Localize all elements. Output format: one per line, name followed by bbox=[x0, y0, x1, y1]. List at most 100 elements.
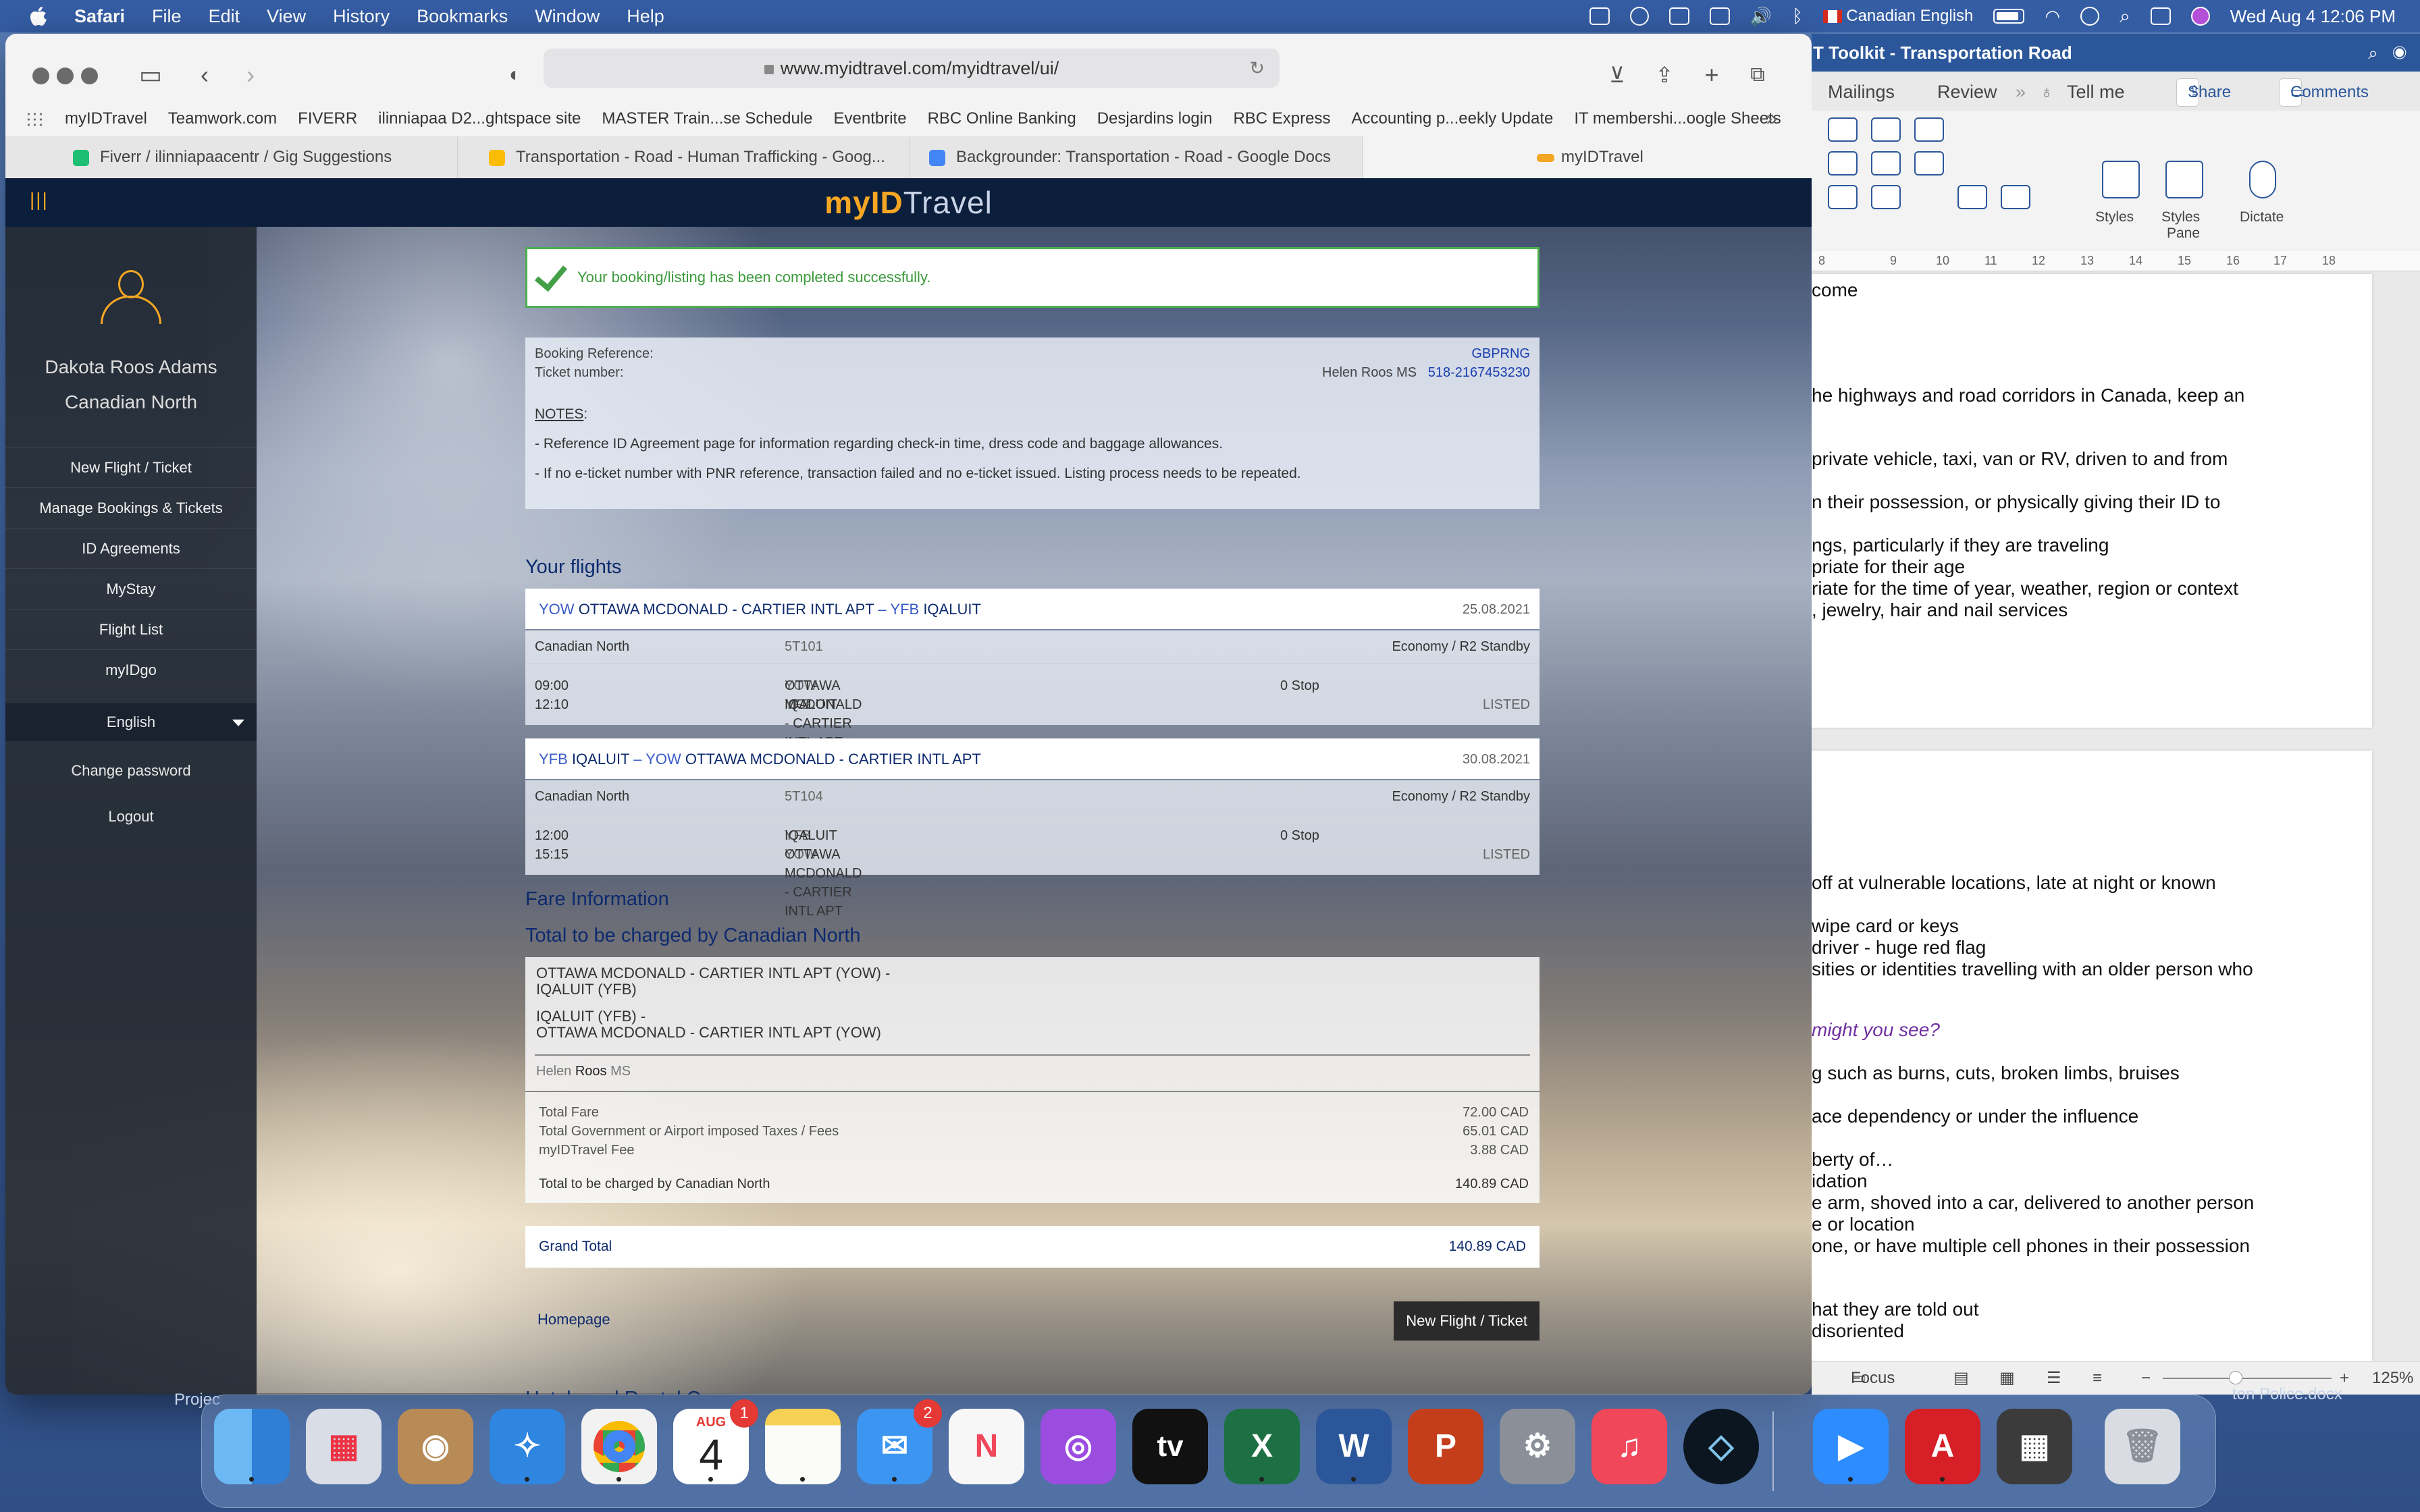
powerpoint-icon[interactable]: P bbox=[1408, 1409, 1483, 1484]
align-left-icon[interactable] bbox=[1828, 151, 1858, 176]
comments-button[interactable]: ▭ Comments bbox=[2279, 78, 2369, 107]
excel-icon[interactable]: X bbox=[1224, 1409, 1300, 1484]
new-flight-button[interactable]: New Flight / Ticket bbox=[1394, 1301, 1540, 1341]
zoom-slider-thumb[interactable] bbox=[2229, 1371, 2242, 1384]
web-layout-icon[interactable]: ▦ bbox=[1999, 1361, 2015, 1395]
print-layout-icon[interactable]: ▤ bbox=[1953, 1361, 1969, 1395]
menu-history[interactable]: History bbox=[333, 6, 390, 27]
tab-google-docs[interactable]: Backgrounder: Transportation - Road - Go… bbox=[910, 136, 1363, 178]
sidebar-item-myidgo[interactable]: myIDgo bbox=[5, 649, 257, 690]
clock[interactable]: Wed Aug 4 12:06 PM bbox=[2230, 6, 2396, 27]
menu-toggle[interactable]: ||| Menu bbox=[30, 189, 95, 211]
menu-app-name[interactable]: Safari bbox=[74, 6, 125, 27]
user-icon[interactable] bbox=[2080, 7, 2100, 26]
account-icon[interactable]: ◉ bbox=[2392, 43, 2406, 63]
minimize-window-button[interactable] bbox=[57, 68, 74, 84]
favorite-link[interactable]: myIDTravel bbox=[65, 109, 147, 128]
share-icon[interactable]: ⇪ bbox=[1648, 58, 1681, 92]
site-logo[interactable]: myIDTravel bbox=[824, 185, 993, 220]
tab-review[interactable]: Review bbox=[1937, 73, 1997, 111]
favorite-link[interactable]: IT membershi...oogle Sheets bbox=[1574, 109, 1781, 128]
styles-icon[interactable] bbox=[2102, 161, 2140, 198]
sidebar-item-new-flight[interactable]: New Flight / Ticket bbox=[5, 447, 257, 487]
favorite-link[interactable]: Teamwork.com bbox=[168, 109, 277, 128]
microphone-icon[interactable] bbox=[2249, 161, 2276, 198]
change-password-link[interactable]: Change password bbox=[5, 748, 257, 794]
menu-help[interactable]: Help bbox=[627, 6, 664, 27]
system-preferences-icon[interactable]: ⚙ bbox=[1500, 1409, 1575, 1484]
safari-icon[interactable]: ✧ bbox=[490, 1409, 565, 1484]
sidebar-item-manage-bookings[interactable]: Manage Bookings & Tickets bbox=[5, 487, 257, 528]
forward-icon[interactable]: › bbox=[234, 58, 267, 92]
volume-icon[interactable]: 🔊 bbox=[1750, 6, 1772, 27]
bullets-icon[interactable] bbox=[1828, 117, 1858, 142]
news-icon[interactable]: N bbox=[949, 1409, 1024, 1484]
tab-fiverr[interactable]: Fiverr / ilinniapaacentr / Gig Suggestio… bbox=[5, 136, 458, 178]
share-button[interactable]: ⇪ Share bbox=[2176, 78, 2231, 107]
tab-myidtravel[interactable]: myIDTravel bbox=[1363, 136, 1812, 178]
logout-link[interactable]: Logout bbox=[5, 794, 257, 840]
sort-icon[interactable] bbox=[1957, 185, 1987, 209]
notes-icon[interactable] bbox=[765, 1409, 841, 1484]
close-window-button[interactable] bbox=[32, 68, 49, 84]
favorite-link[interactable]: RBC Online Banking bbox=[928, 109, 1076, 128]
zoom-out-icon[interactable]: − bbox=[2141, 1361, 2151, 1395]
ticket-number-value[interactable]: 518-2167453230 bbox=[1428, 365, 1530, 380]
calendar-icon[interactable]: AUG 4 1 bbox=[673, 1399, 758, 1484]
address-bar[interactable]: www.myidtravel.com/myidtravel/ui/ ↻ bbox=[544, 49, 1280, 88]
align-right-icon[interactable] bbox=[1914, 151, 1944, 176]
screen-record-icon[interactable] bbox=[1589, 7, 1610, 25]
menu-file[interactable]: File bbox=[152, 6, 182, 27]
zoom-level[interactable]: 125% bbox=[2372, 1361, 2413, 1395]
numbering-icon[interactable] bbox=[1871, 117, 1901, 142]
podcasts-icon[interactable]: ◎ bbox=[1041, 1409, 1116, 1484]
music-icon[interactable]: ♫ bbox=[1592, 1409, 1667, 1484]
tell-me-field[interactable]: Tell me bbox=[2067, 73, 2125, 111]
document-page[interactable]: off at vulnerable locations, late at nig… bbox=[1812, 751, 2372, 1361]
menu-window[interactable]: Window bbox=[535, 6, 600, 27]
finder-icon[interactable] bbox=[214, 1409, 290, 1484]
favorite-link[interactable]: Desjardins login bbox=[1097, 109, 1213, 128]
zoom-slider[interactable] bbox=[2163, 1378, 2332, 1379]
bluetooth-icon[interactable]: ᛒ bbox=[1792, 6, 1803, 27]
sidebar-item-id-agreements[interactable]: ID Agreements bbox=[5, 528, 257, 568]
language-select[interactable]: English bbox=[5, 703, 257, 741]
mail-icon[interactable]: ✉ 2 bbox=[857, 1399, 942, 1484]
search-icon[interactable]: ⌕ bbox=[2368, 43, 2378, 63]
tab-google-sheets[interactable]: Transportation - Road - Human Traffickin… bbox=[458, 136, 910, 178]
outline-icon[interactable]: ☰ bbox=[2047, 1361, 2061, 1395]
sidebar-item-mystay[interactable]: MyStay bbox=[5, 568, 257, 609]
favorite-link[interactable]: Accounting p...eekly Update bbox=[1352, 109, 1554, 128]
tab-overview-icon[interactable]: ⧉ bbox=[1741, 58, 1774, 92]
sidebar-item-flight-list[interactable]: Flight List bbox=[5, 609, 257, 649]
favorite-link[interactable]: Eventbrite bbox=[834, 109, 907, 128]
multilevel-list-icon[interactable] bbox=[1914, 117, 1944, 142]
more-tabs-icon[interactable]: » bbox=[2016, 73, 2026, 111]
siri-icon[interactable] bbox=[2190, 7, 2210, 26]
homepage-link[interactable]: Homepage bbox=[537, 1311, 610, 1328]
input-source[interactable]: Canadian English bbox=[1823, 7, 1973, 26]
align-center-icon[interactable] bbox=[1871, 151, 1901, 176]
trash-icon[interactable]: 🗑 bbox=[2105, 1409, 2180, 1484]
booking-reference-value[interactable]: GBPRNG bbox=[1471, 344, 1530, 363]
wifi-icon[interactable]: ◠ bbox=[2045, 6, 2060, 27]
favorite-link[interactable]: ilinniapaa D2...ghtspace site bbox=[378, 109, 581, 128]
draft-icon[interactable]: ≡ bbox=[2093, 1361, 2102, 1395]
battery-icon[interactable] bbox=[1993, 9, 2025, 24]
keyboard-icon[interactable] bbox=[1668, 7, 1689, 25]
menu-bookmarks[interactable]: Bookmarks bbox=[417, 6, 508, 27]
menu-edit[interactable]: Edit bbox=[209, 6, 240, 27]
shading-icon[interactable] bbox=[1828, 185, 1858, 209]
new-tab-icon[interactable]: + bbox=[1695, 58, 1729, 92]
menu-view[interactable]: View bbox=[267, 6, 306, 27]
more-favorites-icon[interactable]: » bbox=[1766, 107, 1777, 130]
favorite-link[interactable]: FIVERR bbox=[298, 109, 357, 128]
chrome-icon[interactable] bbox=[581, 1409, 657, 1484]
control-center-icon[interactable] bbox=[2150, 7, 2171, 25]
reload-icon[interactable]: ↻ bbox=[1249, 49, 1265, 88]
desktop-file-label[interactable]: ton Police.docx bbox=[2232, 1385, 2342, 1404]
calculator-icon[interactable]: ▦ bbox=[1997, 1409, 2072, 1484]
compass-icon[interactable] bbox=[1629, 7, 1649, 26]
tab-mailings[interactable]: Mailings bbox=[1828, 73, 1895, 111]
zoom-icon[interactable]: ▶ bbox=[1813, 1409, 1889, 1484]
